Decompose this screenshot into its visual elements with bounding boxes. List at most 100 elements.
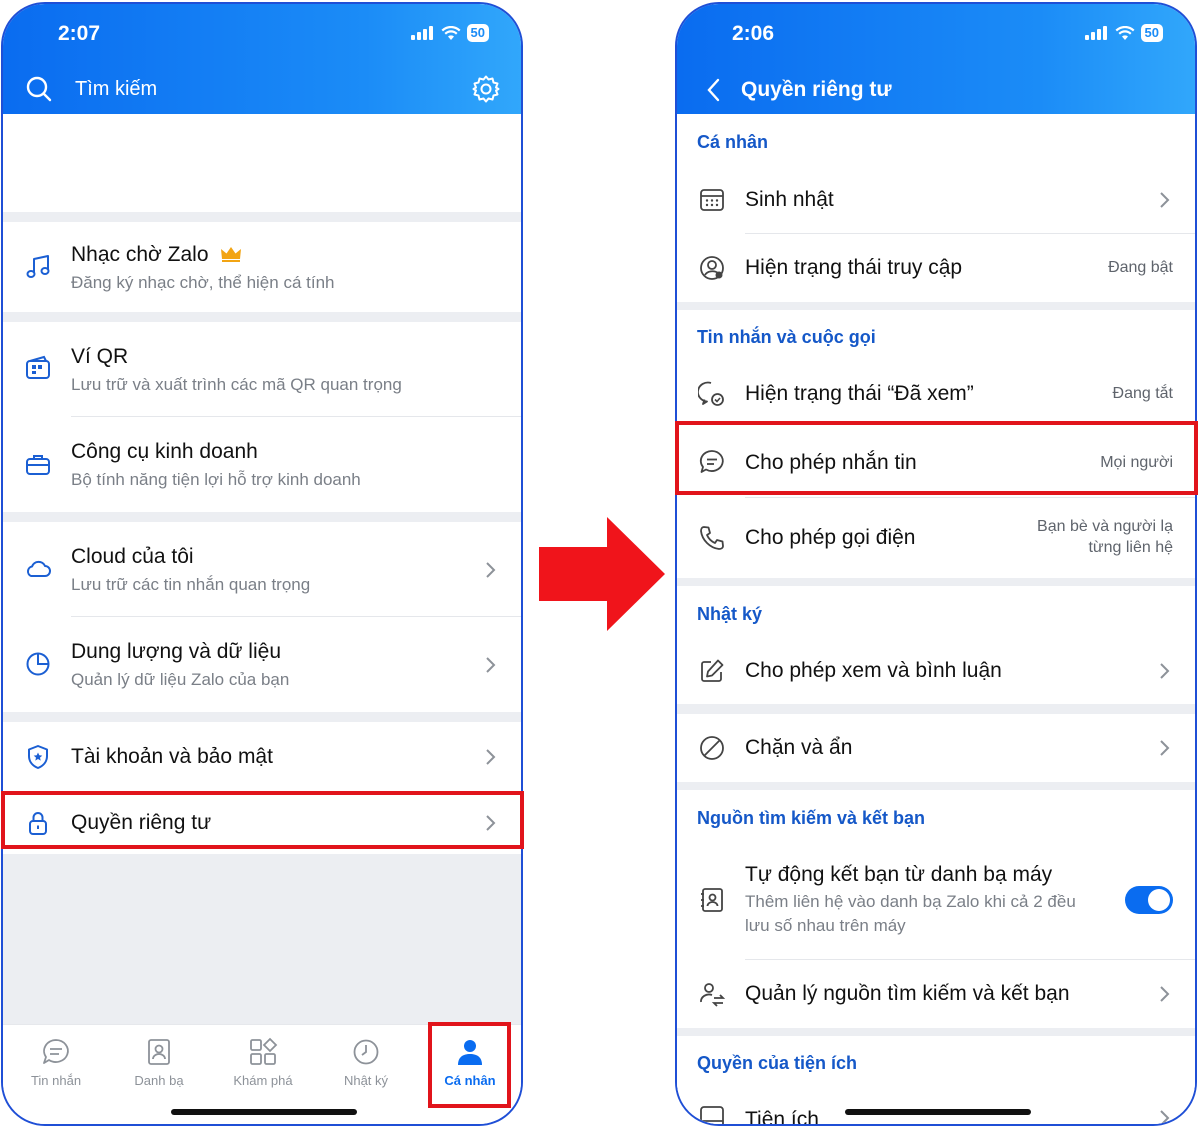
chevron-right-icon	[1160, 663, 1170, 679]
auto-add-toggle[interactable]	[1125, 886, 1173, 914]
section-divider	[3, 712, 521, 722]
menu-item-business-tools[interactable]: Công cụ kinh doanh Bộ tính năng tiện lợi…	[3, 417, 521, 512]
section-divider	[3, 312, 521, 322]
search-icon[interactable]	[25, 75, 53, 103]
setting-birthday[interactable]: Sinh nhật	[677, 166, 1195, 234]
setting-allow-call[interactable]: Cho phép gọi điện Bạn bè và người lạ từn…	[677, 498, 1195, 578]
highlight-box-privacy	[1, 791, 524, 849]
setting-value-line: từng liên hệ	[1088, 539, 1173, 556]
menu-item-title: Nhạc chờ Zalo	[71, 243, 209, 266]
nav-tab-messages[interactable]: Tin nhắn	[6, 1035, 106, 1088]
contacts-icon	[109, 1035, 209, 1069]
section-divider	[3, 212, 521, 222]
seen-chat-icon	[697, 379, 727, 409]
section-utilities: Quyền của tiện ích	[677, 1036, 1195, 1088]
setting-value: Bạn bè và người lạ từng liên hệ	[1037, 516, 1173, 558]
menu-item-subtitle: Quản lý dữ liệu Zalo của bạn	[71, 670, 290, 689]
back-chevron-icon[interactable]	[705, 77, 721, 103]
status-icons: 50	[1084, 24, 1163, 42]
setting-seen-status[interactable]: Hiện trạng thái “Đã xem” Đang tắt	[677, 360, 1195, 426]
setting-online-status[interactable]: Hiện trạng thái truy cập Đang bật	[677, 234, 1195, 302]
page-title: Quyền riêng tư	[741, 78, 892, 101]
section-title: Nhật ký	[697, 604, 763, 624]
menu-item-account-security[interactable]: Tài khoản và bảo mật	[3, 722, 521, 792]
setting-value-line: Bạn bè và người lạ	[1037, 518, 1173, 535]
section-title: Tin nhắn và cuộc gọi	[697, 327, 876, 347]
empty-area	[3, 854, 521, 1029]
gear-icon[interactable]	[471, 74, 501, 104]
utility-icon	[697, 1102, 727, 1124]
setting-diary-view-comment[interactable]: Cho phép xem và bình luận	[677, 638, 1195, 704]
menu-item-title: Công cụ kinh doanh	[71, 440, 258, 463]
pie-chart-icon	[23, 649, 53, 679]
edit-icon	[697, 656, 727, 686]
top-bar: 2:06 50 Quyền riêng tư	[677, 4, 1195, 114]
section-divider	[3, 512, 521, 522]
battery-icon: 50	[1140, 24, 1163, 42]
menu-item-subtitle: Đăng ký nhạc chờ, thể hiện cá tính	[71, 273, 335, 292]
menu-item-subtitle: Lưu trữ và xuất trình các mã QR quan trọ…	[71, 375, 402, 394]
wifi-icon	[441, 25, 461, 40]
setting-label: Sinh nhật	[745, 188, 834, 211]
highlight-box-profile-tab	[428, 1022, 511, 1108]
nav-label: Danh bạ	[134, 1073, 184, 1088]
home-indicator	[171, 1109, 357, 1115]
wifi-icon	[1115, 25, 1135, 40]
setting-auto-add-friends[interactable]: Tự động kết bạn từ danh bạ máy Thêm liên…	[677, 842, 1195, 960]
briefcase-icon	[23, 450, 53, 480]
nav-label: Khám phá	[233, 1073, 293, 1088]
setting-label: Hiện trạng thái truy cập	[745, 256, 963, 279]
menu-item-qr-wallet[interactable]: Ví QR Lưu trữ và xuất trình các mã QR qu…	[3, 322, 521, 417]
setting-value: Đang tắt	[1112, 385, 1173, 402]
top-bar: 2:07 50 Tìm kiếm	[3, 4, 521, 114]
search-placeholder[interactable]: Tìm kiếm	[75, 78, 471, 101]
section-personal: Cá nhân	[677, 114, 1195, 166]
setting-manage-sources[interactable]: Quản lý nguồn tìm kiếm và kết bạn	[677, 960, 1195, 1028]
music-note-icon	[23, 252, 53, 282]
chevron-right-icon	[1160, 986, 1170, 1002]
user-switch-icon	[697, 979, 727, 1009]
menu-item-title: Ví QR	[71, 345, 129, 368]
right-phone-screen: 2:06 50 Quyền riêng tư Cá nhân Sinh nhật…	[675, 2, 1197, 1126]
nav-tab-diary[interactable]: Nhật ký	[316, 1035, 416, 1088]
section-messages-calls: Tin nhắn và cuộc gọi	[677, 310, 1195, 360]
section-diary: Nhật ký	[677, 586, 1195, 638]
setting-description: lưu số nhau trên máy	[745, 916, 906, 935]
nav-tab-explore[interactable]: Khám phá	[213, 1035, 313, 1088]
menu-item-my-cloud[interactable]: Cloud của tôi Lưu trữ các tin nhắn quan …	[3, 522, 521, 617]
signal-icon	[410, 26, 433, 40]
header: Quyền riêng tư	[705, 74, 1175, 106]
calendar-icon	[697, 185, 727, 215]
menu-item-subtitle: Bộ tính năng tiện lợi hỗ trợ kinh doanh	[71, 470, 361, 489]
setting-label: Tự động kết bạn từ danh bạ máy	[745, 863, 1053, 886]
menu-item-title: Dung lượng và dữ liệu	[71, 640, 281, 663]
menu-item-storage[interactable]: Dung lượng và dữ liệu Quản lý dữ liệu Za…	[3, 617, 521, 712]
setting-label: Hiện trạng thái “Đã xem”	[745, 382, 974, 405]
menu-item-title: Cloud của tôi	[71, 545, 194, 568]
menu-item-subtitle: Lưu trữ các tin nhắn quan trọng	[71, 575, 311, 594]
battery-icon: 50	[466, 24, 489, 42]
grid-icon	[213, 1035, 313, 1069]
signal-icon	[1084, 26, 1107, 40]
highlight-box-allow-message	[675, 421, 1198, 495]
crown-icon	[221, 247, 242, 262]
phone-icon	[697, 523, 727, 553]
chevron-right-icon	[1160, 740, 1170, 756]
setting-label: Cho phép xem và bình luận	[745, 659, 1002, 682]
setting-utilities[interactable]: Tiện ích	[677, 1088, 1195, 1124]
nav-label: Tin nhắn	[30, 1073, 82, 1088]
setting-value: Đang bật	[1108, 259, 1173, 276]
nav-tab-contacts[interactable]: Danh bạ	[109, 1035, 209, 1088]
search-bar[interactable]: Tìm kiếm	[25, 74, 501, 104]
section-title: Nguồn tìm kiếm và kết bạn	[697, 808, 926, 828]
setting-description: Thêm liên hệ vào danh bạ Zalo khi cả 2 đ…	[745, 892, 1076, 911]
status-time: 2:06	[732, 22, 775, 45]
chevron-right-icon	[486, 749, 496, 765]
chevron-right-icon	[1160, 1110, 1170, 1124]
section-title: Cá nhân	[697, 132, 769, 152]
home-indicator	[845, 1109, 1031, 1115]
setting-block-hide[interactable]: Chặn và ẩn	[677, 714, 1195, 782]
status-time: 2:07	[58, 22, 101, 45]
menu-item-ringback[interactable]: Nhạc chờ Zalo Đăng ký nhạc chờ, thể hiện…	[3, 222, 521, 312]
chevron-right-icon	[486, 562, 496, 578]
